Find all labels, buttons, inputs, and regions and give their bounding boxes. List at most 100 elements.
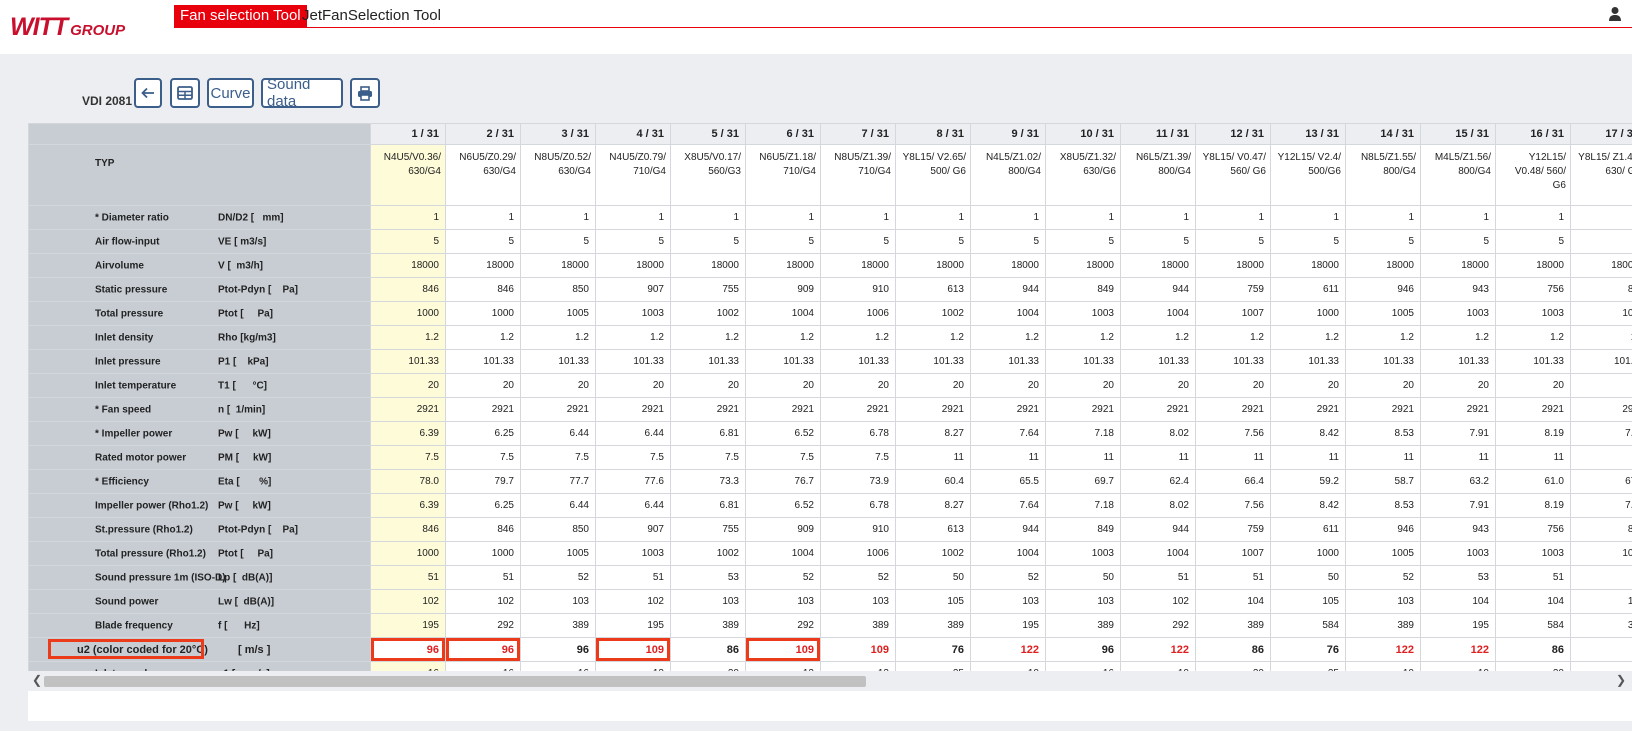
table-cell[interactable]: 18000 xyxy=(1345,253,1421,278)
table-cell[interactable]: 1000 xyxy=(370,301,446,326)
table-cell[interactable]: 122 xyxy=(1345,637,1421,662)
table-cell[interactable]: 11 xyxy=(895,445,971,470)
table-cell[interactable]: 7.5 xyxy=(445,445,521,470)
table-cell[interactable]: 20 xyxy=(820,373,896,398)
table-cell[interactable]: 1003 xyxy=(1495,301,1571,326)
table-cell[interactable]: 11 xyxy=(1270,445,1346,470)
table-cell[interactable]: 389 xyxy=(895,613,971,638)
table-cell[interactable]: 2921 xyxy=(520,397,596,422)
table-cell[interactable]: 2921 xyxy=(370,397,446,422)
column-header[interactable]: 5 / 31 xyxy=(670,123,746,145)
table-cell[interactable]: 20 xyxy=(1420,373,1496,398)
table-cell[interactable]: 18000 xyxy=(1120,253,1196,278)
table-cell[interactable]: 2921 xyxy=(1420,397,1496,422)
table-cell[interactable]: 292 xyxy=(745,613,821,638)
table-cell[interactable]: 96 xyxy=(370,637,446,662)
table-cell[interactable]: 1004 xyxy=(970,541,1046,566)
table-cell[interactable]: 101.33 xyxy=(745,349,821,374)
table-cell[interactable]: 292 xyxy=(1570,397,1632,422)
table-cell[interactable]: 77.6 xyxy=(595,469,671,494)
table-cell[interactable]: 20 xyxy=(745,373,821,398)
table-cell[interactable]: 1003 xyxy=(1045,301,1121,326)
table-cell[interactable]: 61.0 xyxy=(1495,469,1571,494)
table-cell[interactable]: 195 xyxy=(370,613,446,638)
table-cell[interactable]: 1 xyxy=(745,205,821,230)
table-cell[interactable]: 6.44 xyxy=(595,421,671,446)
column-header[interactable]: 11 / 31 xyxy=(1120,123,1196,145)
table-cell[interactable]: 76.7 xyxy=(745,469,821,494)
table-cell[interactable]: 11 xyxy=(1120,445,1196,470)
table-cell[interactable]: 62.4 xyxy=(1120,469,1196,494)
table-cell[interactable]: N4U5/V0.36/ 630/G4 xyxy=(370,144,446,206)
table-cell[interactable]: M4L5/Z1.56/ 800/G4 xyxy=(1420,144,1496,206)
table-cell[interactable]: 73.9 xyxy=(820,469,896,494)
table-cell[interactable]: 613 xyxy=(895,517,971,542)
table-cell[interactable]: 1 xyxy=(370,205,446,230)
table-cell[interactable]: 2921 xyxy=(1120,397,1196,422)
table-view-button[interactable] xyxy=(170,78,200,108)
table-cell[interactable]: 101.33 xyxy=(520,349,596,374)
table-cell[interactable]: 389 xyxy=(1345,613,1421,638)
table-cell[interactable]: 101.33 xyxy=(670,349,746,374)
table-cell[interactable]: 1.2 xyxy=(670,325,746,350)
column-header[interactable]: 13 / 31 xyxy=(1270,123,1346,145)
table-cell[interactable]: 1004 xyxy=(745,541,821,566)
table-cell[interactable]: 611 xyxy=(1270,277,1346,302)
table-cell[interactable]: 6.44 xyxy=(520,421,596,446)
table-cell[interactable]: Y8L15/ V2.65/ 500/ G6 xyxy=(895,144,971,206)
table-cell[interactable]: N8U5/Z1.39/ 710/G4 xyxy=(820,144,896,206)
table-cell[interactable]: 2921 xyxy=(1195,397,1271,422)
table-cell[interactable]: 1007 xyxy=(1195,301,1271,326)
table-cell[interactable]: 7.64 xyxy=(970,493,1046,518)
table-cell[interactable]: 7.18 xyxy=(1045,421,1121,446)
column-header[interactable]: 4 / 31 xyxy=(595,123,671,145)
table-cell[interactable]: 1.2 xyxy=(445,325,521,350)
table-cell[interactable]: 7.5 xyxy=(745,445,821,470)
table-cell[interactable]: 78.0 xyxy=(370,469,446,494)
table-cell[interactable]: Y8L15/ Z1.46/ 630/ G6 xyxy=(1570,144,1632,206)
table-cell[interactable]: 96 xyxy=(1045,637,1121,662)
table-cell[interactable]: 756 xyxy=(1495,277,1571,302)
table-cell[interactable]: 122 xyxy=(1120,637,1196,662)
user-icon[interactable] xyxy=(1608,6,1622,22)
table-cell[interactable]: N4L5/Z1.02/ 800/G4 xyxy=(970,144,1046,206)
scrollbar-thumb[interactable] xyxy=(44,676,866,687)
table-cell[interactable]: 1.2 xyxy=(745,325,821,350)
table-cell[interactable]: 122 xyxy=(1420,637,1496,662)
table-cell[interactable]: 59.2 xyxy=(1270,469,1346,494)
table-cell[interactable]: 50 xyxy=(895,565,971,590)
table-cell[interactable]: 20 xyxy=(1495,373,1571,398)
table-cell[interactable]: 2 xyxy=(1570,373,1632,398)
table-cell[interactable]: 292 xyxy=(445,613,521,638)
table-cell[interactable]: 195 xyxy=(970,613,1046,638)
table-cell[interactable]: 18000 xyxy=(670,253,746,278)
table-cell[interactable]: 5 xyxy=(895,229,971,254)
table-cell[interactable]: 5 xyxy=(445,229,521,254)
table-cell[interactable]: 944 xyxy=(970,277,1046,302)
table-cell[interactable]: 7.5 xyxy=(595,445,671,470)
table-cell[interactable]: 909 xyxy=(745,517,821,542)
table-cell[interactable]: 1004 xyxy=(970,301,1046,326)
table-cell[interactable]: 6.25 xyxy=(445,493,521,518)
table-cell[interactable]: 101.33 xyxy=(1270,349,1346,374)
scroll-left-arrow-icon[interactable]: ❮ xyxy=(32,673,42,687)
table-cell[interactable]: 6.52 xyxy=(745,493,821,518)
table-cell[interactable]: 7.91 xyxy=(1420,493,1496,518)
table-cell[interactable]: 86 xyxy=(1195,637,1271,662)
table-cell[interactable]: 907 xyxy=(595,517,671,542)
back-button[interactable] xyxy=(134,78,162,108)
column-header[interactable]: 10 / 31 xyxy=(1045,123,1121,145)
table-cell[interactable]: 946 xyxy=(1345,277,1421,302)
table-cell[interactable]: 1003 xyxy=(595,301,671,326)
table-cell[interactable]: 10 xyxy=(1570,589,1632,614)
table-cell[interactable]: 8.27 xyxy=(895,493,971,518)
table-cell[interactable]: 101.33 xyxy=(1120,349,1196,374)
table-cell[interactable]: 850 xyxy=(520,277,596,302)
table-cell[interactable]: 50 xyxy=(1045,565,1121,590)
table-cell[interactable]: 102 xyxy=(595,589,671,614)
table-cell[interactable]: 8.53 xyxy=(1345,421,1421,446)
table-cell[interactable]: 58.7 xyxy=(1345,469,1421,494)
table-cell[interactable]: 8.27 xyxy=(895,421,971,446)
table-cell[interactable]: 1.2 xyxy=(820,325,896,350)
table-cell[interactable]: 18000 xyxy=(1570,253,1632,278)
